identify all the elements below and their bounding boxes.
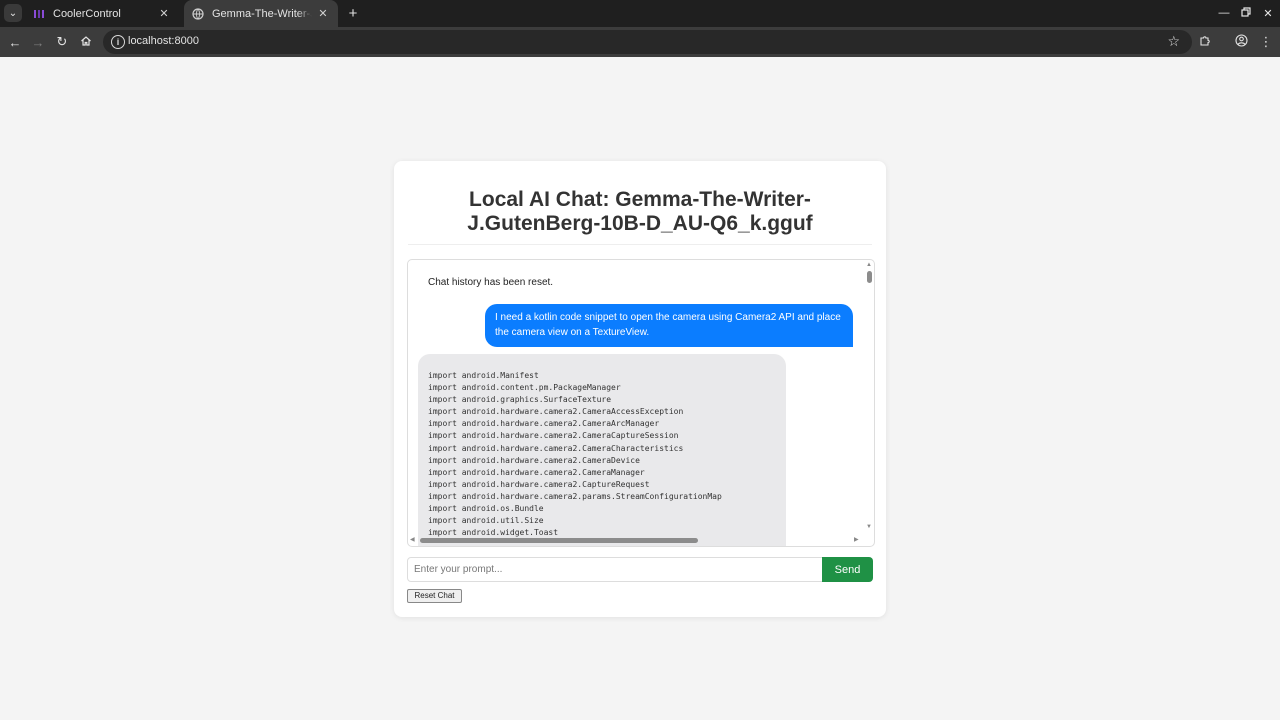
code-line: import android.hardware.camera2.CameraDe… <box>428 455 640 465</box>
close-icon[interactable]: ✕ <box>157 7 171 21</box>
browser-tab-bar: ⌄ CoolerControl ✕ Gemma-The-Writer-J.Gut… <box>0 0 1280 27</box>
kebab-menu-icon: ⋮ <box>1259 34 1273 49</box>
restore-icon <box>1241 6 1251 20</box>
restore-button[interactable] <box>1238 5 1254 21</box>
puzzle-icon <box>1199 35 1211 50</box>
site-info-icon[interactable]: i <box>111 35 125 49</box>
code-line: import android.hardware.camera2.CameraCh… <box>428 443 684 453</box>
close-icon: ✕ <box>1263 7 1273 20</box>
account-circle-icon <box>1234 34 1248 50</box>
code-line: import android.Manifest <box>428 371 539 380</box>
code-line: import android.hardware.camera2.CameraAc… <box>428 407 684 417</box>
system-message: Chat history has been reset. <box>428 277 554 288</box>
home-button[interactable] <box>77 33 95 51</box>
scroll-right-arrow-icon[interactable]: ▶ <box>854 536 860 544</box>
reset-chat-button[interactable]: Reset Chat <box>407 589 462 603</box>
tab-gemma-chat[interactable]: Gemma-The-Writer-J.GutenBerg-10B-D_AU-Q6… <box>184 0 338 27</box>
tab-coolercontrol[interactable]: CoolerControl ✕ <box>25 0 179 27</box>
home-icon <box>80 35 92 50</box>
browser-toolbar: ← → ↻ i localhost:8000 ☆ ⋮ <box>0 27 1280 57</box>
tab-title: CoolerControl <box>53 7 121 20</box>
browser-menu-button[interactable]: ⋮ <box>1257 33 1275 51</box>
horizontal-scrollbar-thumb[interactable] <box>420 538 698 543</box>
code-line: import android.graphics.SurfaceTexture <box>428 395 612 405</box>
assistant-message: import android.Manifest import android.c… <box>418 354 786 546</box>
page-title: Local AI Chat: Gemma-The-Writer-J.GutenB… <box>467 188 813 235</box>
extensions-button[interactable] <box>1196 33 1214 51</box>
reload-icon: ↻ <box>56 34 68 49</box>
code-line: import android.hardware.camera2.CameraAr… <box>428 419 660 429</box>
plus-icon: + <box>348 4 358 22</box>
reload-button[interactable]: ↻ <box>53 33 71 51</box>
forward-button[interactable]: → <box>29 33 47 51</box>
send-button[interactable]: Send <box>822 557 873 582</box>
code-line: import android.hardware.camera2.params.S… <box>428 491 722 501</box>
scroll-up-arrow-icon[interactable]: ▲ <box>865 262 873 268</box>
profile-button[interactable] <box>1232 33 1250 51</box>
tab-search-button[interactable]: ⌄ <box>4 4 22 22</box>
back-button[interactable]: ← <box>6 33 24 51</box>
close-icon[interactable]: ✕ <box>316 7 330 21</box>
code-line: import android.util.Size <box>428 516 544 526</box>
minimize-icon: — <box>1218 7 1230 19</box>
address-url[interactable]: localhost:8000 <box>128 35 199 47</box>
scroll-down-arrow-icon[interactable]: ▼ <box>865 524 873 530</box>
chevron-down-icon: ⌄ <box>8 7 18 19</box>
close-window-button[interactable]: ✕ <box>1260 5 1276 21</box>
code-line: import android.content.pm.PackageManager <box>428 383 621 393</box>
bookmark-star-icon[interactable]: ☆ <box>1167 33 1180 50</box>
address-bar[interactable]: i localhost:8000 ☆ <box>103 30 1192 54</box>
new-tab-button[interactable]: + <box>344 4 362 22</box>
prompt-input[interactable] <box>407 557 823 582</box>
code-line: import android.os.Bundle <box>428 504 544 514</box>
arrow-right-icon: → <box>31 34 45 50</box>
minimize-button[interactable]: — <box>1216 5 1232 21</box>
arrow-left-icon: ← <box>8 34 22 50</box>
chat-history[interactable]: Chat history has been reset. I need a ko… <box>407 259 875 547</box>
globe-icon <box>192 7 204 20</box>
code-line: import android.hardware.camera2.CaptureR… <box>428 479 650 489</box>
code-line: import android.hardware.camera2.CameraMa… <box>428 467 645 477</box>
scroll-left-arrow-icon[interactable]: ◀ <box>410 536 416 544</box>
coolercontrol-icon <box>33 8 45 20</box>
chat-container: Local AI Chat: Gemma-The-Writer-J.GutenB… <box>394 161 886 617</box>
vertical-scrollbar-thumb[interactable] <box>867 271 872 283</box>
tab-title: Gemma-The-Writer-J.GutenBerg-10B-D_AU-Q6… <box>212 7 312 20</box>
title-divider <box>408 244 872 245</box>
user-message: I need a kotlin code snippet to open the… <box>485 304 853 347</box>
code-line: import android.hardware.camera2.CameraCa… <box>428 431 679 441</box>
